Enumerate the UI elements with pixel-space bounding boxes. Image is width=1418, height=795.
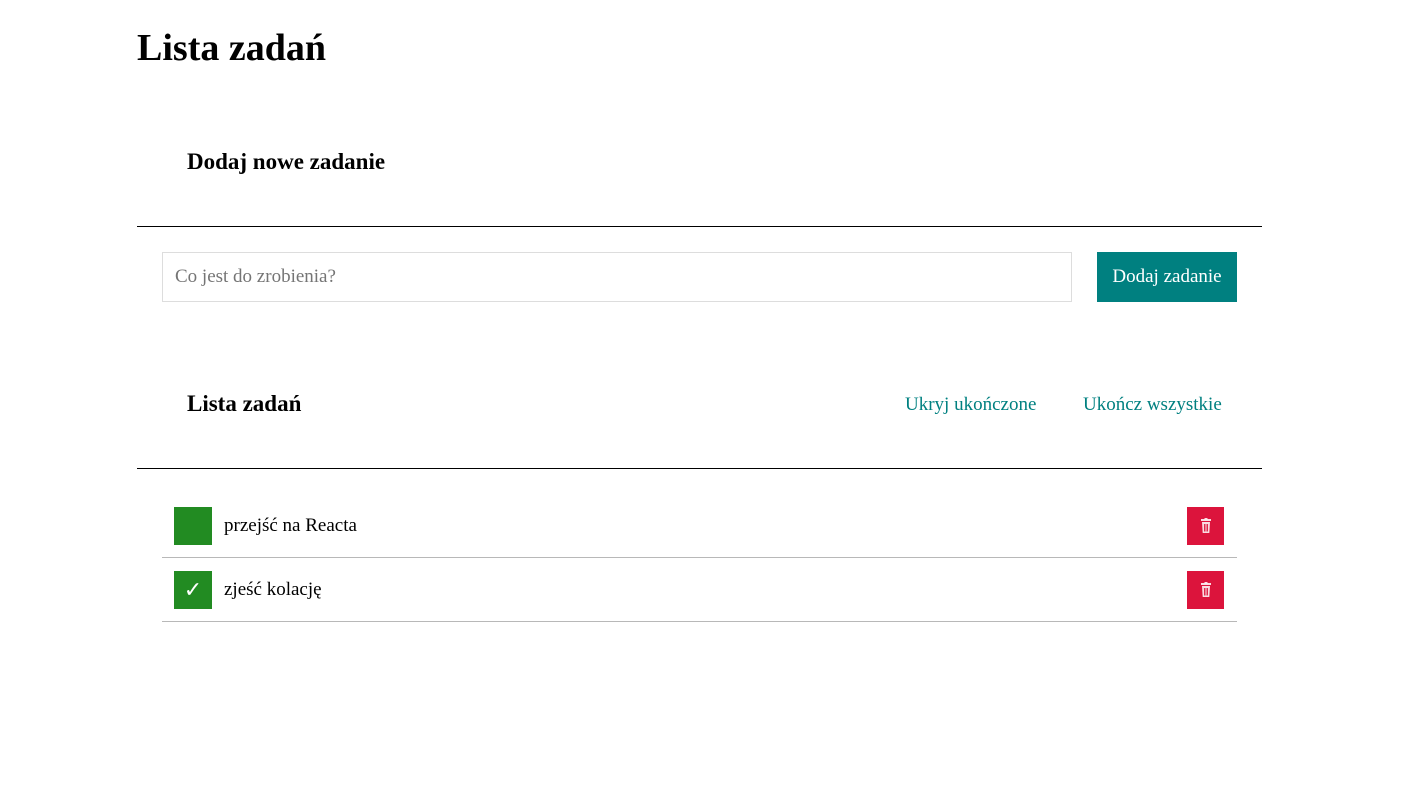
task-list: przejść na Reacta ✓ zjeść kolację xyxy=(162,494,1237,622)
new-task-heading: Dodaj nowe zadanie xyxy=(187,149,386,174)
trash-icon xyxy=(1200,518,1211,533)
delete-task-button[interactable] xyxy=(1187,571,1224,609)
delete-task-button[interactable] xyxy=(1187,507,1224,545)
add-task-button[interactable]: Dodaj zadanie xyxy=(1097,252,1237,302)
section-divider xyxy=(137,226,1262,227)
complete-all-button[interactable]: Ukończ wszystkie xyxy=(1083,393,1222,417)
todo-page: Lista zadań Dodaj nowe zadanie Dodaj zad… xyxy=(0,0,1418,795)
task-checkbox[interactable] xyxy=(174,507,212,545)
task-checkbox[interactable]: ✓ xyxy=(174,571,212,609)
task-item: ✓ zjeść kolację xyxy=(162,558,1237,622)
trash-icon xyxy=(1200,582,1211,597)
checkmark-icon: ✓ xyxy=(183,577,203,603)
hide-completed-button[interactable]: Ukryj ukończone xyxy=(905,393,1036,417)
section-divider xyxy=(137,468,1262,469)
task-list-heading: Lista zadań xyxy=(187,391,302,416)
task-label: przejść na Reacta xyxy=(224,515,357,536)
task-label: zjeść kolację xyxy=(224,579,322,600)
page-title: Lista zadań xyxy=(137,27,326,69)
new-task-input[interactable] xyxy=(162,252,1072,302)
task-item: przejść na Reacta xyxy=(162,494,1237,558)
